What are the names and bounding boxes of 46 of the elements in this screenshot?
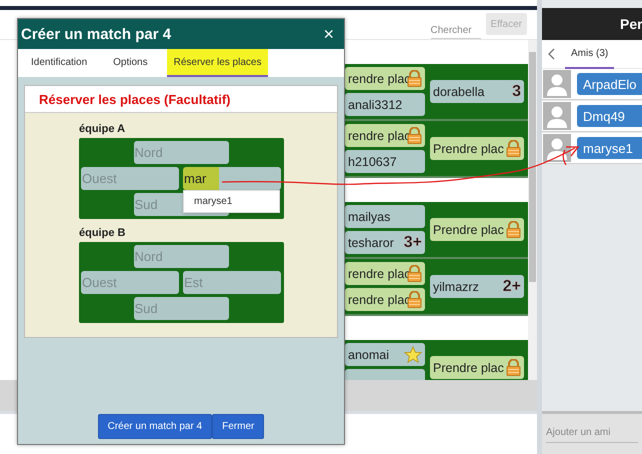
padlock-icon	[407, 291, 422, 308]
player-slot: anali3312	[345, 93, 425, 116]
suggestion-item[interactable]: maryse1	[184, 191, 279, 212]
seat-field[interactable]: Ouest	[81, 167, 179, 190]
padlock-icon	[506, 140, 521, 157]
seat-field[interactable]: Nord	[134, 141, 228, 164]
panel-title: Per	[542, 8, 642, 40]
player-slot: dorabella 3	[430, 80, 524, 103]
close-dialog-button[interactable]: Fermer	[212, 414, 264, 439]
level-label: 2+	[502, 278, 521, 296]
player-slot: mailyas	[345, 205, 425, 228]
close-button[interactable]: ×	[321, 24, 336, 44]
level-label: 3+	[404, 234, 422, 252]
padlock-icon	[407, 127, 422, 144]
seat-field[interactable]: Est	[183, 271, 281, 294]
padlock-icon	[506, 359, 521, 376]
team-label: équipe B	[79, 227, 126, 239]
create-match-button[interactable]: Créer un match par 4	[98, 414, 212, 439]
seat-field[interactable]: Ouest	[81, 271, 179, 294]
friend-button[interactable]: ArpadElo	[577, 73, 642, 95]
dialog-tab[interactable]: Réserver les places	[166, 49, 268, 77]
friend-button[interactable]: Dmq49	[577, 105, 642, 127]
team-label: équipe A	[79, 123, 126, 135]
player-slot: anomai	[345, 343, 425, 366]
player-slot: h210637	[345, 150, 425, 173]
padlock-icon	[407, 70, 422, 87]
player-slot: yilmazrz 2+	[430, 275, 524, 298]
player-slot: tesharor 3+	[345, 231, 425, 254]
level-label: 3	[512, 82, 521, 100]
padlock-icon	[407, 265, 422, 282]
seat-field[interactable]: Nord	[134, 245, 228, 268]
search-field[interactable]: Chercher	[430, 23, 480, 39]
chevron-left-icon[interactable]	[548, 48, 555, 60]
dialog-title: Créer un match par 4	[21, 26, 172, 42]
take-seat-button[interactable]: Prendre plac	[430, 218, 524, 241]
seat-field[interactable]: Sud	[134, 297, 228, 320]
scrollbar[interactable]	[528, 40, 537, 380]
dialog-tab[interactable]: Identification	[24, 49, 94, 77]
take-seat-button[interactable]: Prendre plac	[430, 356, 524, 379]
take-seat-button[interactable]: Prendre plac	[430, 137, 524, 160]
friend-button[interactable]: maryse1	[577, 137, 642, 159]
seat-field[interactable]: mar	[183, 167, 281, 190]
padlock-icon	[506, 221, 521, 238]
dialog-tab[interactable]: Options	[106, 49, 155, 77]
section-title: Réserver les places (Facultatif)	[25, 86, 337, 113]
add-friend-field[interactable]: Ajouter un ami	[542, 411, 642, 454]
